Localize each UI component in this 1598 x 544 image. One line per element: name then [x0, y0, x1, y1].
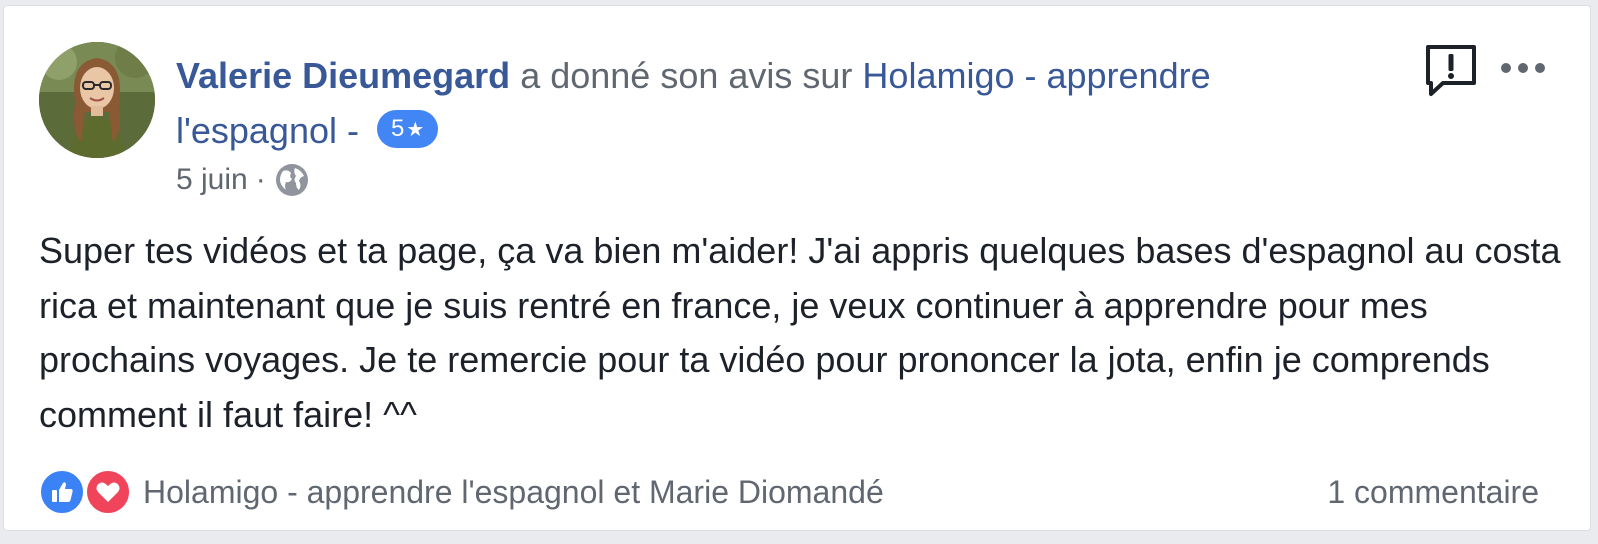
report-icon[interactable]: [1422, 42, 1480, 100]
reaction-icons[interactable]: [39, 468, 135, 516]
love-icon[interactable]: [85, 469, 131, 515]
rating-value: 5: [391, 115, 405, 143]
like-icon[interactable]: [39, 469, 85, 515]
avatar[interactable]: [39, 42, 155, 158]
author-name[interactable]: Valerie Dieumegard: [176, 55, 510, 96]
more-icon[interactable]: [1498, 58, 1548, 78]
post-date[interactable]: 5 juin: [176, 160, 248, 200]
globe-icon[interactable]: [274, 162, 310, 198]
reacted-by-text[interactable]: Holamigo - apprendre l'espagnol et Marie…: [143, 474, 884, 511]
rating-badge: 5 ★: [377, 110, 439, 149]
post-header: Valerie Dieumegard a donné son avis sur …: [176, 48, 1376, 158]
review-text: Super tes vidéos et ta page, ça va bien …: [39, 230, 1561, 435]
action-text: a donné son avis sur: [520, 55, 853, 96]
comments-count-link[interactable]: 1 commentaire: [1327, 474, 1539, 511]
post-footer: Holamigo - apprendre l'espagnol et Marie…: [39, 468, 1539, 516]
review-post-card: Valerie Dieumegard a donné son avis sur …: [3, 5, 1591, 531]
page-name-link[interactable]: Holamigo - apprendre: [862, 55, 1210, 96]
page-name-link-continued[interactable]: l'espagnol -: [176, 110, 359, 151]
rating-star-icon: ★: [406, 119, 425, 142]
meta-separator: ·: [255, 163, 266, 196]
post-meta: 5 juin ·: [176, 160, 310, 200]
